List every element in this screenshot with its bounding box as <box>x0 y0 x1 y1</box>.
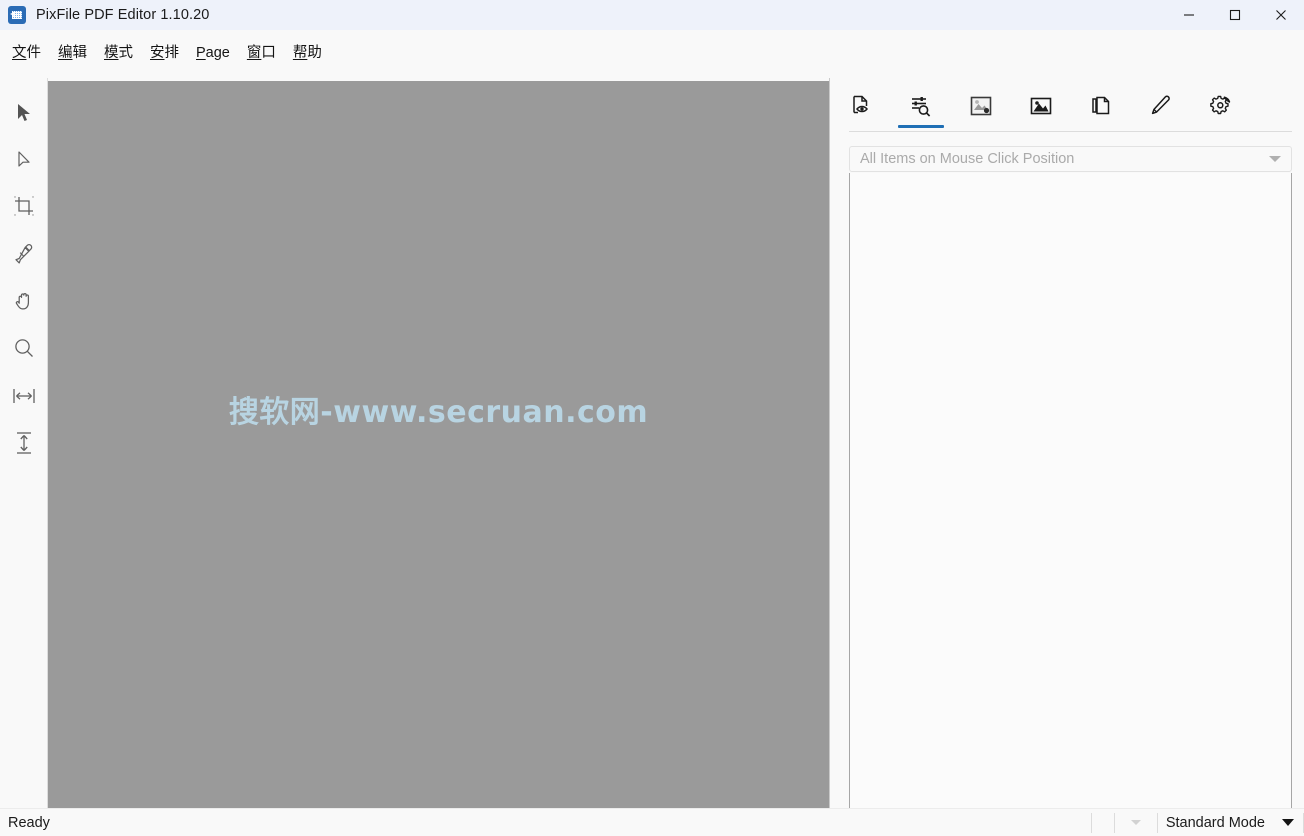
tool-direct-select[interactable] <box>2 140 46 180</box>
measure-vertical-icon <box>12 430 36 456</box>
mode-dropdown-button[interactable] <box>1273 809 1303 836</box>
menu-rest: 件 <box>26 44 42 61</box>
eyedropper-icon <box>12 242 36 266</box>
menu-rest: 辑 <box>72 44 88 61</box>
pencil-edit-icon <box>1149 94 1173 118</box>
tool-eyedropper[interactable] <box>2 234 46 274</box>
select-arrow-icon <box>13 102 35 124</box>
tab-pages[interactable] <box>1071 82 1131 130</box>
tool-pan-hand[interactable] <box>2 281 46 321</box>
items-listbox[interactable] <box>849 173 1292 836</box>
menu-item-window[interactable]: 窗口 <box>241 41 282 65</box>
menu-item-help[interactable]: 帮助 <box>287 41 328 65</box>
chevron-down-icon[interactable] <box>1269 156 1281 162</box>
menu-rest: age <box>205 44 230 61</box>
watermark-text: 搜软网-www.secruan.com <box>228 395 649 430</box>
tool-measure-height[interactable] <box>2 423 46 463</box>
menu-rest: 式 <box>118 44 134 61</box>
tab-inspect-items[interactable] <box>891 82 951 130</box>
menu-item-edit[interactable]: 编辑 <box>52 41 93 65</box>
menu-bar: 文件 编辑 模式 安排 Page 窗口 帮助 <box>0 30 1304 75</box>
tool-measure-width[interactable] <box>2 376 46 416</box>
document-canvas-area[interactable]: 搜软网-www.secruan.com <box>48 78 830 808</box>
item-filter-combo-placeholder: All Items on Mouse Click Position <box>860 151 1075 167</box>
hand-pan-icon <box>12 289 36 313</box>
menu-mnemonic: P <box>196 44 206 61</box>
pixfile-app-icon <box>8 6 26 24</box>
status-secondary-dropdown[interactable] <box>1115 809 1157 836</box>
application-window: PixFile PDF Editor 1.10.20 文件 编辑 模式 安排 P… <box>0 0 1304 836</box>
chevron-down-icon <box>1282 819 1294 826</box>
direct-select-arrow-icon <box>13 149 35 171</box>
status-bar: Ready Standard Mode <box>0 808 1304 836</box>
menu-item-arrange[interactable]: 安排 <box>144 41 185 65</box>
window-controls <box>1166 0 1304 30</box>
item-filter-combo[interactable]: All Items on Mouse Click Position <box>849 146 1292 172</box>
menu-mnemonic: 编 <box>58 44 73 61</box>
menu-mnemonic: 窗 <box>246 44 262 61</box>
measure-horizontal-icon <box>11 385 37 407</box>
tab-edit[interactable] <box>1131 82 1191 130</box>
picture-icon <box>1029 94 1053 118</box>
menu-rest: 排 <box>164 44 180 61</box>
magnifier-zoom-icon <box>12 336 36 360</box>
status-bar-right: Standard Mode <box>1090 809 1304 836</box>
right-panel: All Items on Mouse Click Position <box>831 78 1304 836</box>
active-tab-indicator <box>898 125 944 128</box>
menu-rest: 助 <box>307 44 322 61</box>
tab-settings[interactable] <box>1191 82 1251 130</box>
document-preview-eye-icon <box>849 94 873 118</box>
crop-icon <box>12 194 36 218</box>
pages-copy-icon <box>1089 94 1113 118</box>
properties-search-icon <box>909 94 933 118</box>
status-message: Ready <box>8 814 50 831</box>
mode-label[interactable]: Standard Mode <box>1158 809 1273 836</box>
menu-item-page[interactable]: Page <box>190 41 236 65</box>
panel-tabstrip <box>831 78 1304 129</box>
menu-rest: 口 <box>261 44 276 61</box>
document-page[interactable]: 搜软网-www.secruan.com <box>48 81 829 808</box>
menu-item-mode[interactable]: 模式 <box>98 41 139 65</box>
tool-crop[interactable] <box>2 186 46 226</box>
gear-refresh-icon <box>1209 94 1233 118</box>
menu-mnemonic: 帮 <box>292 44 308 61</box>
image-frame-icon <box>969 94 993 118</box>
maximize-icon[interactable] <box>1212 0 1258 30</box>
title-bar: PixFile PDF Editor 1.10.20 <box>0 0 1304 30</box>
chevron-down-icon-disabled <box>1130 820 1141 825</box>
tool-zoom[interactable] <box>2 328 46 368</box>
tool-select-arrow[interactable] <box>2 93 46 133</box>
left-toolbar <box>0 78 48 808</box>
tabstrip-divider <box>849 131 1292 132</box>
menu-item-file[interactable]: 文件 <box>6 41 47 65</box>
menu-mnemonic: 安 <box>150 44 165 61</box>
window-title: PixFile PDF Editor 1.10.20 <box>36 7 210 23</box>
tab-image-frame[interactable] <box>951 82 1011 130</box>
tab-images[interactable] <box>1011 82 1071 130</box>
close-icon[interactable] <box>1258 0 1304 30</box>
status-empty-slot <box>1092 809 1114 836</box>
tab-preview[interactable] <box>831 82 891 130</box>
menu-mnemonic: 文 <box>12 44 27 61</box>
menu-mnemonic: 模 <box>104 44 119 61</box>
minimize-icon[interactable] <box>1166 0 1212 30</box>
